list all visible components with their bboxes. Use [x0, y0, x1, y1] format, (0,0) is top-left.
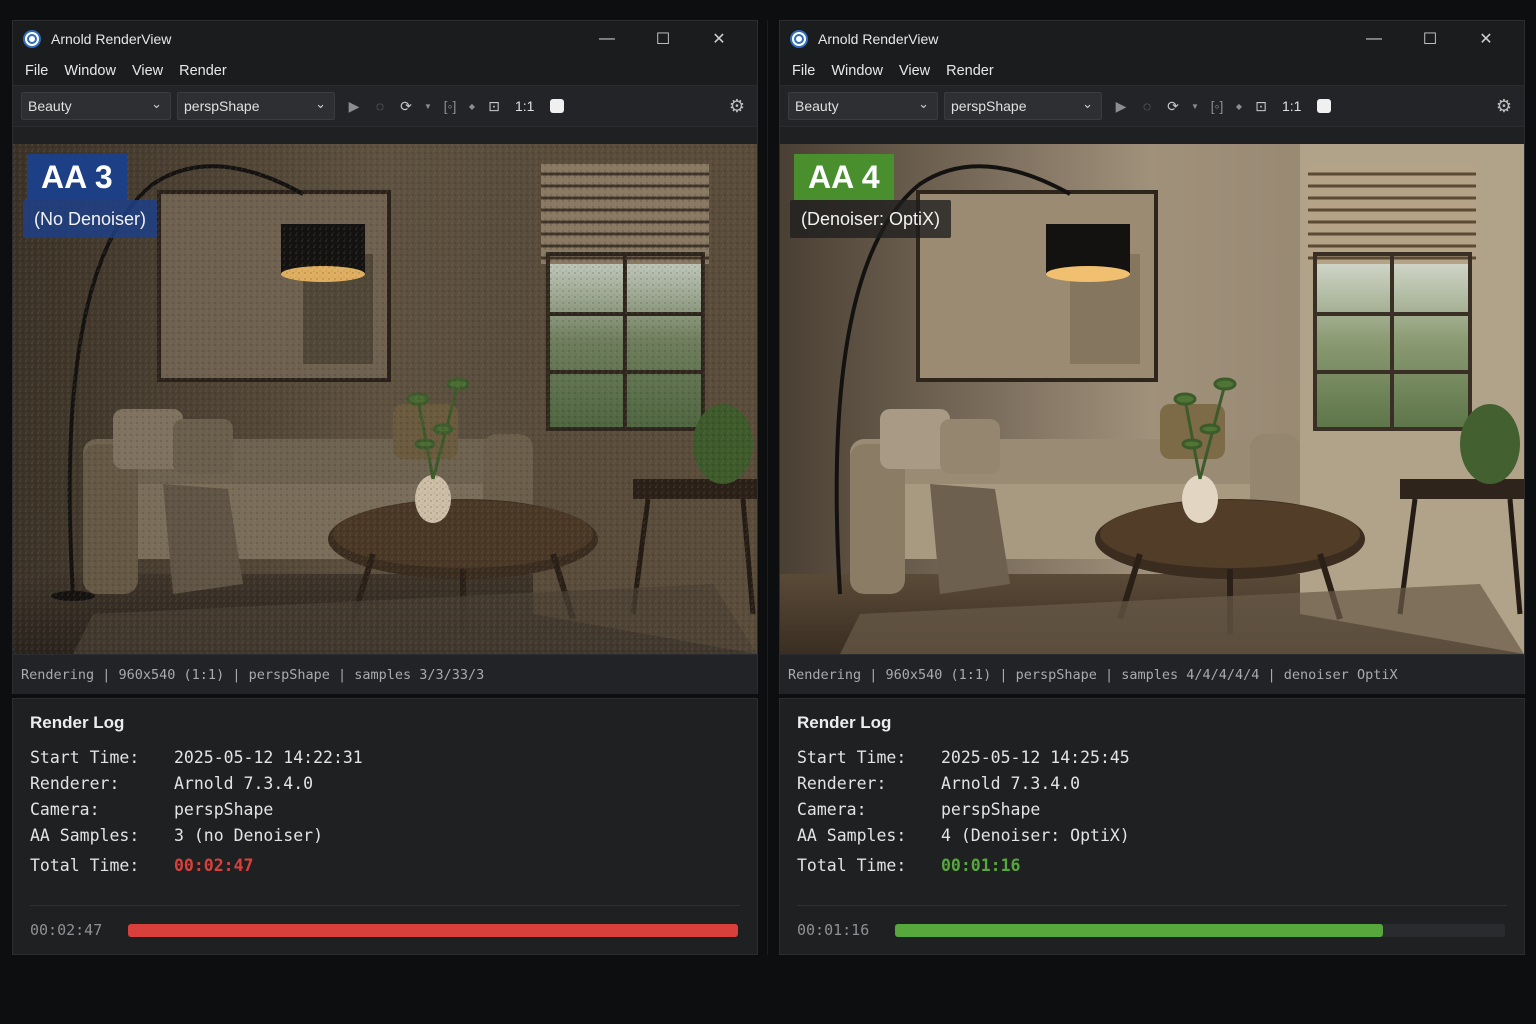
progress-fill — [895, 924, 1383, 937]
app-icon — [790, 30, 808, 48]
divider — [797, 905, 1507, 906]
toolbar: Beauty ⌄ perspShape ⌄ ▶ ◌ ⟳ ▼ [◦] ◆ ⊡ 1:… — [780, 85, 1524, 127]
aov-dropdown[interactable]: Beauty ⌄ — [788, 92, 938, 120]
log-total-time: Total Time: 00:02:47 — [30, 856, 254, 875]
total-time-value: 00:02:47 — [174, 856, 254, 875]
chevron-down-icon: ⌄ — [918, 96, 929, 111]
camera-dropdown-value: perspShape — [951, 98, 1027, 114]
menu-window[interactable]: Window — [56, 63, 124, 79]
chevron-down-icon[interactable]: ◆ — [465, 102, 479, 111]
log-aa-samples: AA Samples: 4 (Denoiser: OptiX) — [797, 826, 1130, 845]
progress-bar — [895, 924, 1505, 937]
status-bar: Rendering | 960x540 (1:1) | perspShape |… — [13, 654, 757, 694]
chevron-down-icon: ⌄ — [151, 96, 162, 111]
minimize-icon[interactable]: — — [579, 21, 635, 57]
region-icon[interactable]: [◦] — [1210, 98, 1224, 114]
render-viewport[interactable]: AA 3 (No Denoiser) — [13, 144, 757, 654]
menu-file[interactable]: File — [17, 63, 56, 79]
titlebar: Arnold RenderView — ☐ ✕ — [13, 21, 757, 57]
window-title: Arnold RenderView — [818, 31, 939, 47]
log-title: Render Log — [30, 713, 125, 732]
log-renderer: Renderer: Arnold 7.3.4.0 — [797, 774, 1081, 793]
toolbar: Beauty ⌄ perspShape ⌄ ▶ ◌ ⟳ ▼ [◦] ◆ ⊡ 1:… — [13, 85, 757, 127]
chevron-down-icon[interactable]: ◆ — [1232, 102, 1246, 111]
camera-dropdown[interactable]: perspShape ⌄ — [944, 92, 1102, 120]
menu-view[interactable]: View — [891, 63, 938, 79]
gear-icon[interactable]: ⚙ — [729, 96, 745, 117]
menu-window[interactable]: Window — [823, 63, 891, 79]
log-renderer: Renderer: Arnold 7.3.4.0 — [30, 774, 314, 793]
progress-time: 00:01:16 — [797, 921, 870, 939]
menu-render[interactable]: Render — [938, 63, 1002, 79]
region-icon[interactable]: [◦] — [443, 98, 457, 114]
log-camera: Camera: perspShape — [30, 800, 274, 819]
chevron-down-icon[interactable]: ▼ — [1188, 102, 1202, 111]
progress-bar — [128, 924, 738, 937]
stop-icon[interactable]: ◌ — [373, 98, 387, 114]
snapshot-icon[interactable] — [550, 99, 565, 113]
renderview-window-right: Arnold RenderView — ☐ ✕ File Window View… — [779, 20, 1525, 694]
gear-icon[interactable]: ⚙ — [1496, 96, 1512, 117]
progress-fill — [128, 924, 738, 937]
menubar: File Window View Render — [13, 57, 757, 85]
menu-file[interactable]: File — [784, 63, 823, 79]
camera-dropdown[interactable]: perspShape ⌄ — [177, 92, 335, 120]
log-aa-samples: AA Samples: 3 (no Denoiser) — [30, 826, 324, 845]
menu-view[interactable]: View — [124, 63, 171, 79]
titlebar: Arnold RenderView — ☐ ✕ — [780, 21, 1524, 57]
renderview-window-left: Arnold RenderView — ☐ ✕ File Window View… — [12, 20, 758, 694]
maximize-icon[interactable]: ☐ — [635, 21, 691, 57]
aov-dropdown-value: Beauty — [795, 98, 839, 114]
play-icon[interactable]: ▶ — [1114, 98, 1128, 115]
chevron-down-icon: ⌄ — [1082, 96, 1093, 111]
crop-icon[interactable]: ⊡ — [1254, 98, 1268, 115]
close-icon[interactable]: ✕ — [1458, 21, 1514, 57]
log-start-time: Start Time: 2025-05-12 14:25:45 — [797, 748, 1130, 767]
close-icon[interactable]: ✕ — [691, 21, 747, 57]
log-camera: Camera: perspShape — [797, 800, 1041, 819]
window-title: Arnold RenderView — [51, 31, 172, 47]
crop-icon[interactable]: ⊡ — [487, 98, 501, 115]
aa-badge: AA 3 — [27, 154, 127, 200]
render-log-right: Render Log Start Time: 2025-05-12 14:25:4… — [779, 698, 1525, 955]
log-start-time: Start Time: 2025-05-12 14:22:31 — [30, 748, 363, 767]
play-icon[interactable]: ▶ — [347, 98, 361, 115]
ratio-button[interactable]: 1:1 — [515, 98, 534, 114]
render-viewport[interactable]: AA 4 (Denoiser: OptiX) — [780, 144, 1524, 654]
chevron-down-icon: ⌄ — [315, 96, 326, 111]
chevron-down-icon[interactable]: ▼ — [421, 102, 435, 111]
aa-badge: AA 4 — [794, 154, 894, 200]
refresh-icon[interactable]: ⟳ — [1166, 98, 1180, 115]
menubar: File Window View Render — [780, 57, 1524, 85]
camera-dropdown-value: perspShape — [184, 98, 260, 114]
denoiser-badge: (Denoiser: OptiX) — [790, 200, 952, 238]
minimize-icon[interactable]: — — [1346, 21, 1402, 57]
panel-divider — [767, 20, 768, 955]
log-total-time: Total Time: 00:01:16 — [797, 856, 1021, 875]
ratio-button[interactable]: 1:1 — [1282, 98, 1301, 114]
refresh-icon[interactable]: ⟳ — [399, 98, 413, 115]
stop-icon[interactable]: ◌ — [1140, 98, 1154, 114]
denoiser-badge: (No Denoiser) — [23, 200, 158, 238]
snapshot-icon[interactable] — [1317, 99, 1332, 113]
status-bar: Rendering | 960x540 (1:1) | perspShape |… — [780, 654, 1524, 694]
log-title: Render Log — [797, 713, 892, 732]
app-icon — [23, 30, 41, 48]
render-log-left: Render Log Start Time: 2025-05-12 14:22:3… — [12, 698, 758, 955]
maximize-icon[interactable]: ☐ — [1402, 21, 1458, 57]
aov-dropdown-value: Beauty — [28, 98, 72, 114]
aov-dropdown[interactable]: Beauty ⌄ — [21, 92, 171, 120]
total-time-value: 00:01:16 — [941, 856, 1021, 875]
menu-render[interactable]: Render — [171, 63, 235, 79]
progress-time: 00:02:47 — [30, 921, 103, 939]
divider — [30, 905, 740, 906]
